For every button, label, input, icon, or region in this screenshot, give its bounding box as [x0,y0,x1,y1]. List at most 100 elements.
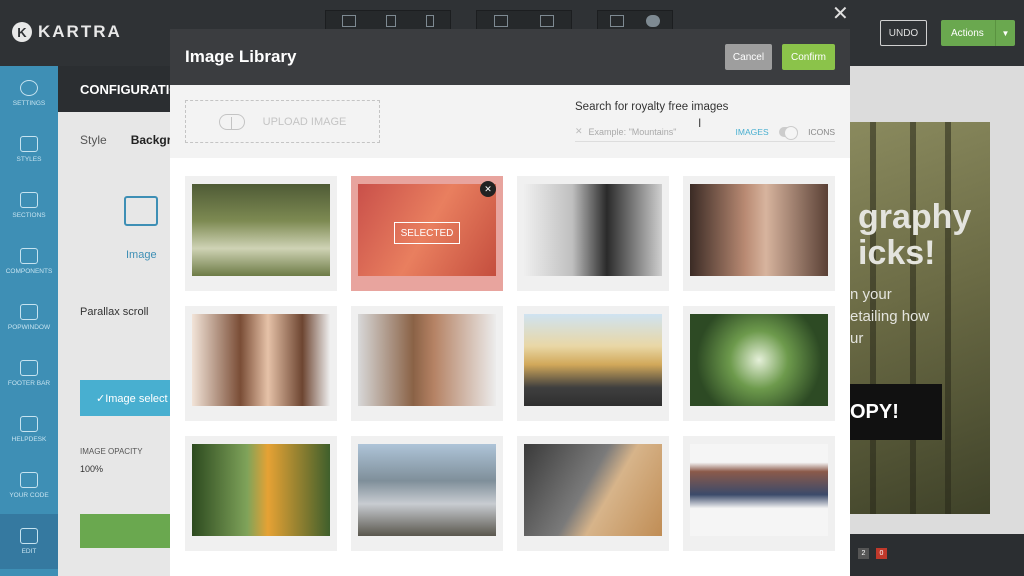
image-card[interactable] [683,436,835,551]
images-icons-toggle[interactable] [778,125,799,140]
tab-background[interactable]: Background [131,133,173,147]
rail-label: FOOTER BAR [7,380,51,387]
panel-icon[interactable] [610,15,624,27]
text-cursor-icon: I [698,116,702,130]
image-select-button[interactable]: ✓Image select [80,380,180,416]
chevron-down-icon[interactable]: ▼ [995,20,1015,46]
image-card[interactable] [517,436,669,551]
opacity-label: IMAGE OPACITY [80,447,143,456]
rail-label: STYLES [16,156,42,163]
search-input[interactable] [588,126,706,137]
image-card[interactable] [517,306,669,421]
deselect-icon[interactable]: ✕ [480,181,496,197]
badge-count: 2 [858,548,869,559]
image-card[interactable] [185,176,337,291]
toggle-icon[interactable] [646,15,660,27]
rail-item-footer-bar[interactable]: FOOTER BAR [0,346,58,401]
badge-count: 0 [876,548,887,559]
rail-item-components[interactable]: COMPONENTS [0,234,58,289]
config-tabs: Style Background [58,112,173,168]
rail-label: HELPDESK [11,436,47,443]
image-thumb [192,314,330,406]
image-option-label: Image [126,249,157,261]
actions-label: Actions [951,27,984,39]
preview-footer: 2 0 [850,534,1024,576]
close-icon[interactable]: ✕ [832,4,849,24]
image-option-icon[interactable] [124,196,158,226]
preview-heading-2: icks! [858,234,936,272]
opacity-value[interactable]: 100% [80,464,103,474]
rail-label: POPWINDOW [7,324,51,331]
image-thumb [690,314,828,406]
image-thumb [358,314,496,406]
image-card[interactable] [351,306,503,421]
image-thumb [690,184,828,276]
mobile-icon[interactable] [426,15,434,27]
popwindow-icon [20,304,38,320]
footer-bar-icon [20,360,38,376]
actions-button[interactable]: Actions ▼ [941,20,1015,46]
rail-label: COMPONENTS [5,268,53,275]
images-toggle-label[interactable]: IMAGES [736,127,769,137]
undo-button[interactable]: UNDO [880,20,927,46]
image-grid: SELECTED ✕ [170,158,850,576]
helpdesk-icon [20,416,38,432]
brand-name: KARTRA [38,22,122,41]
code-icon [20,472,38,488]
rail-label: YOUR CODE [9,492,49,499]
icons-toggle-label[interactable]: ICONS [808,127,835,137]
rail-label: SETTINGS [12,100,46,107]
preview-text-2: etailing how [850,308,930,325]
image-thumb [524,184,662,276]
preview-text-3: ur [850,330,864,347]
config-title: CONFIGURATION [58,66,173,112]
search-label: Search for royalty free images [575,101,729,113]
image-thumb [192,444,330,536]
rail-item-your-code[interactable]: YOUR CODE [0,458,58,513]
rail-item-styles[interactable]: STYLES [0,122,58,177]
rail-item-settings[interactable]: SETTINGS [0,66,58,121]
image-card[interactable] [683,306,835,421]
upload-bar: UPLOAD IMAGE Search for royalty free ima… [170,85,850,158]
pencil-icon [20,528,38,544]
image-card[interactable] [351,436,503,551]
preview-hero-image: graphy icks! n your etailing how ur OPY! [850,122,990,514]
image-library-modal: Image Library Cancel Confirm UPLOAD IMAG… [170,29,850,576]
preview-heading-1: graphy [858,198,972,236]
grid-icon[interactable] [494,15,508,27]
components-icon [20,248,38,264]
tab-style[interactable]: Style [80,133,107,147]
preview-cta-button: OPY! [850,384,942,440]
rail-item-sections[interactable]: SECTIONS [0,178,58,233]
image-card[interactable] [683,176,835,291]
confirm-button[interactable]: Confirm [782,44,835,70]
rail-item-helpdesk[interactable]: HELPDESK [0,402,58,457]
upload-label: UPLOAD IMAGE [262,115,347,128]
image-card[interactable] [185,306,337,421]
page-preview: graphy icks! n your etailing how ur OPY!… [850,66,1024,576]
logo-mark-icon: K [12,22,32,42]
image-card-selected[interactable]: SELECTED ✕ [351,176,503,291]
cloud-upload-icon [218,113,245,130]
image-thumb [358,444,496,536]
tablet-icon[interactable] [386,15,396,27]
sections-icon [20,192,38,208]
clear-search-icon[interactable]: ✕ [575,126,583,137]
selected-label: SELECTED [394,222,460,244]
image-thumb [524,314,662,406]
modal-title: Image Library [185,47,297,66]
upload-image-button[interactable]: UPLOAD IMAGE [185,100,380,143]
image-card[interactable] [185,436,337,551]
rail-item-popwindow[interactable]: POPWINDOW [0,290,58,345]
columns-icon[interactable] [540,15,554,27]
rail-item-edit[interactable]: EDIT [0,514,58,569]
rail-label: SECTIONS [12,212,46,219]
desktop-icon[interactable] [342,15,356,27]
preview-text-1: n your [850,286,892,303]
left-rail: SETTINGS STYLES SECTIONS COMPONENTS POPW… [0,66,58,576]
image-card[interactable] [517,176,669,291]
save-bar[interactable] [80,514,180,548]
image-thumb [192,184,330,276]
configuration-panel: CONFIGURATION Style Background Image Par… [58,66,180,576]
cancel-button[interactable]: Cancel [725,44,772,70]
